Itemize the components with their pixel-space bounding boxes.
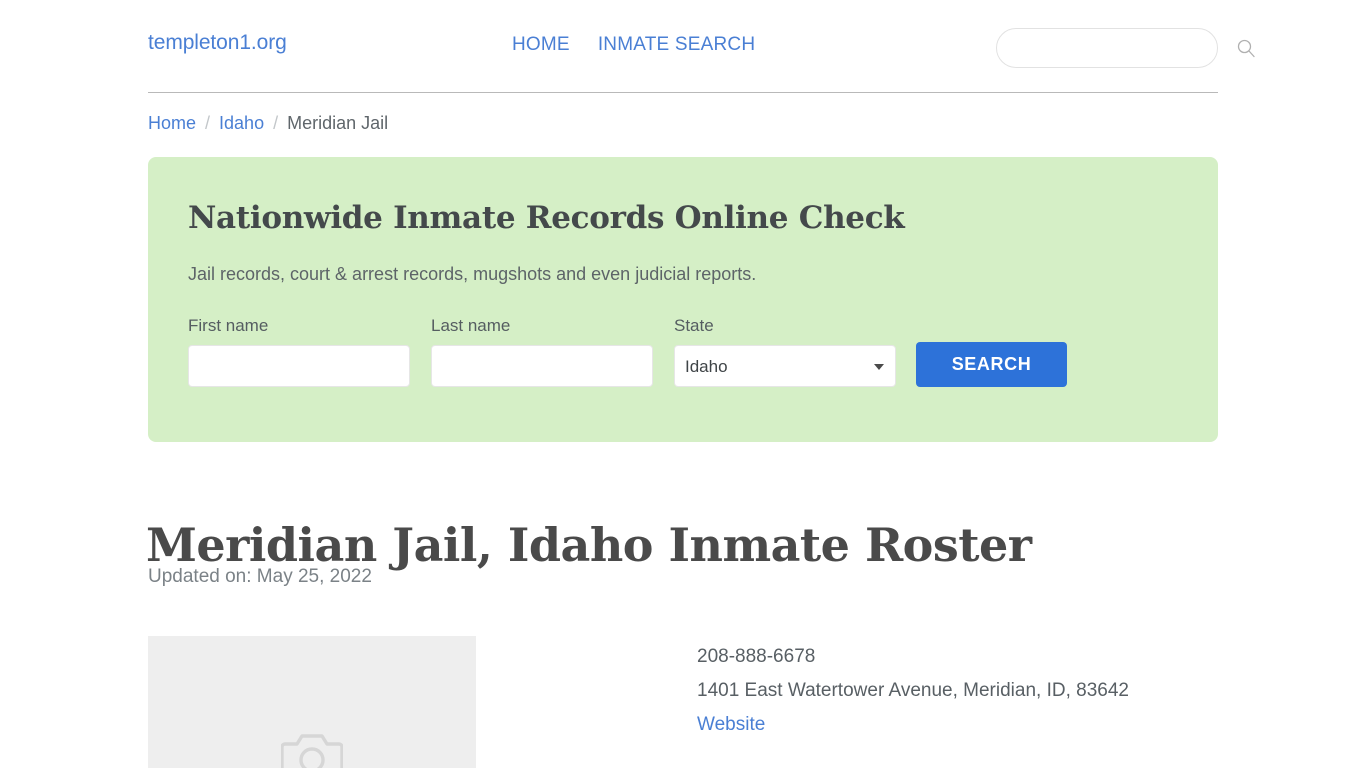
facility-address: 1401 East Watertower Avenue, Meridian, I… bbox=[697, 680, 1129, 701]
state-label: State bbox=[674, 316, 714, 335]
first-name-input[interactable] bbox=[188, 345, 410, 387]
last-name-field-group: Last name bbox=[431, 317, 653, 387]
breadcrumb-separator: / bbox=[273, 113, 279, 133]
first-name-label: First name bbox=[188, 316, 269, 335]
breadcrumb: Home / Idaho / Meridian Jail bbox=[148, 113, 388, 134]
facility-photo-placeholder bbox=[148, 636, 476, 768]
site-header: templeton1.org HOME INMATE SEARCH bbox=[148, 0, 1255, 93]
inmate-search-form: First name Last name State Idaho SEARCH bbox=[188, 317, 1067, 387]
state-select[interactable]: Idaho bbox=[674, 345, 896, 387]
facility-contact-info: 208-888-6678 1401 East Watertower Avenue… bbox=[697, 640, 1129, 742]
first-name-field-group: First name bbox=[188, 317, 410, 387]
header-search-box[interactable] bbox=[996, 28, 1255, 68]
facility-website-link[interactable]: Website bbox=[697, 714, 765, 735]
panel-title: Nationwide Inmate Records Online Check bbox=[188, 200, 905, 236]
search-icon[interactable] bbox=[1228, 29, 1264, 67]
facility-phone: 208-888-6678 bbox=[697, 646, 816, 667]
last-name-input[interactable] bbox=[431, 345, 653, 387]
breadcrumb-item-idaho[interactable]: Idaho bbox=[219, 113, 264, 134]
page-title: Meridian Jail, Idaho Inmate Roster bbox=[146, 517, 1032, 572]
breadcrumb-item-home[interactable]: Home bbox=[148, 113, 196, 134]
state-select-wrap[interactable]: Idaho bbox=[674, 345, 896, 387]
panel-subtitle: Jail records, court & arrest records, mu… bbox=[188, 264, 757, 284]
last-name-label: Last name bbox=[431, 316, 511, 335]
site-logo[interactable]: templeton1.org bbox=[148, 31, 287, 55]
facility-website-row: Website bbox=[697, 708, 1129, 742]
state-field-group: State Idaho bbox=[674, 317, 896, 387]
updated-date: Updated on: May 25, 2022 bbox=[148, 566, 372, 587]
main-navigation: HOME INMATE SEARCH bbox=[512, 34, 755, 56]
breadcrumb-item-current: Meridian Jail bbox=[287, 113, 389, 133]
inmate-records-panel: Nationwide Inmate Records Online Check J… bbox=[148, 157, 1218, 442]
header-search-input[interactable] bbox=[997, 29, 1228, 67]
camera-icon bbox=[280, 730, 344, 768]
nav-item-home[interactable]: HOME bbox=[512, 34, 570, 56]
nav-item-inmate-search[interactable]: INMATE SEARCH bbox=[598, 34, 755, 56]
breadcrumb-separator: / bbox=[205, 113, 211, 133]
search-submit-button[interactable]: SEARCH bbox=[916, 342, 1067, 387]
page-root: templeton1.org HOME INMATE SEARCH Home /… bbox=[0, 0, 1366, 768]
